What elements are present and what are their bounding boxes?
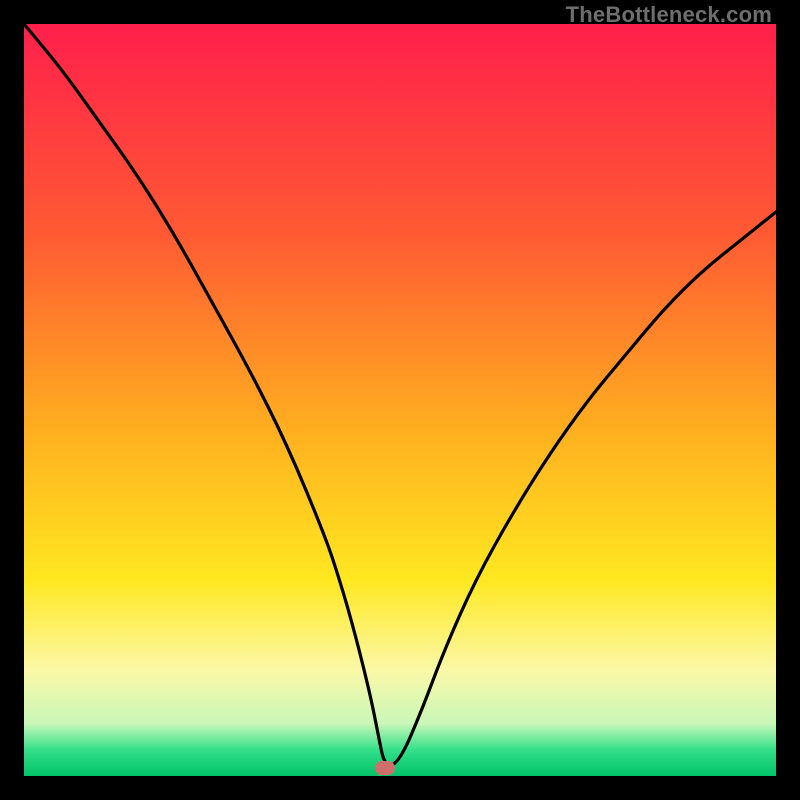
watermark-text: TheBottleneck.com xyxy=(566,2,772,28)
chart-background xyxy=(24,24,776,776)
chart-svg xyxy=(24,24,776,776)
chart-frame xyxy=(24,24,776,776)
optimal-point-marker xyxy=(375,761,395,775)
